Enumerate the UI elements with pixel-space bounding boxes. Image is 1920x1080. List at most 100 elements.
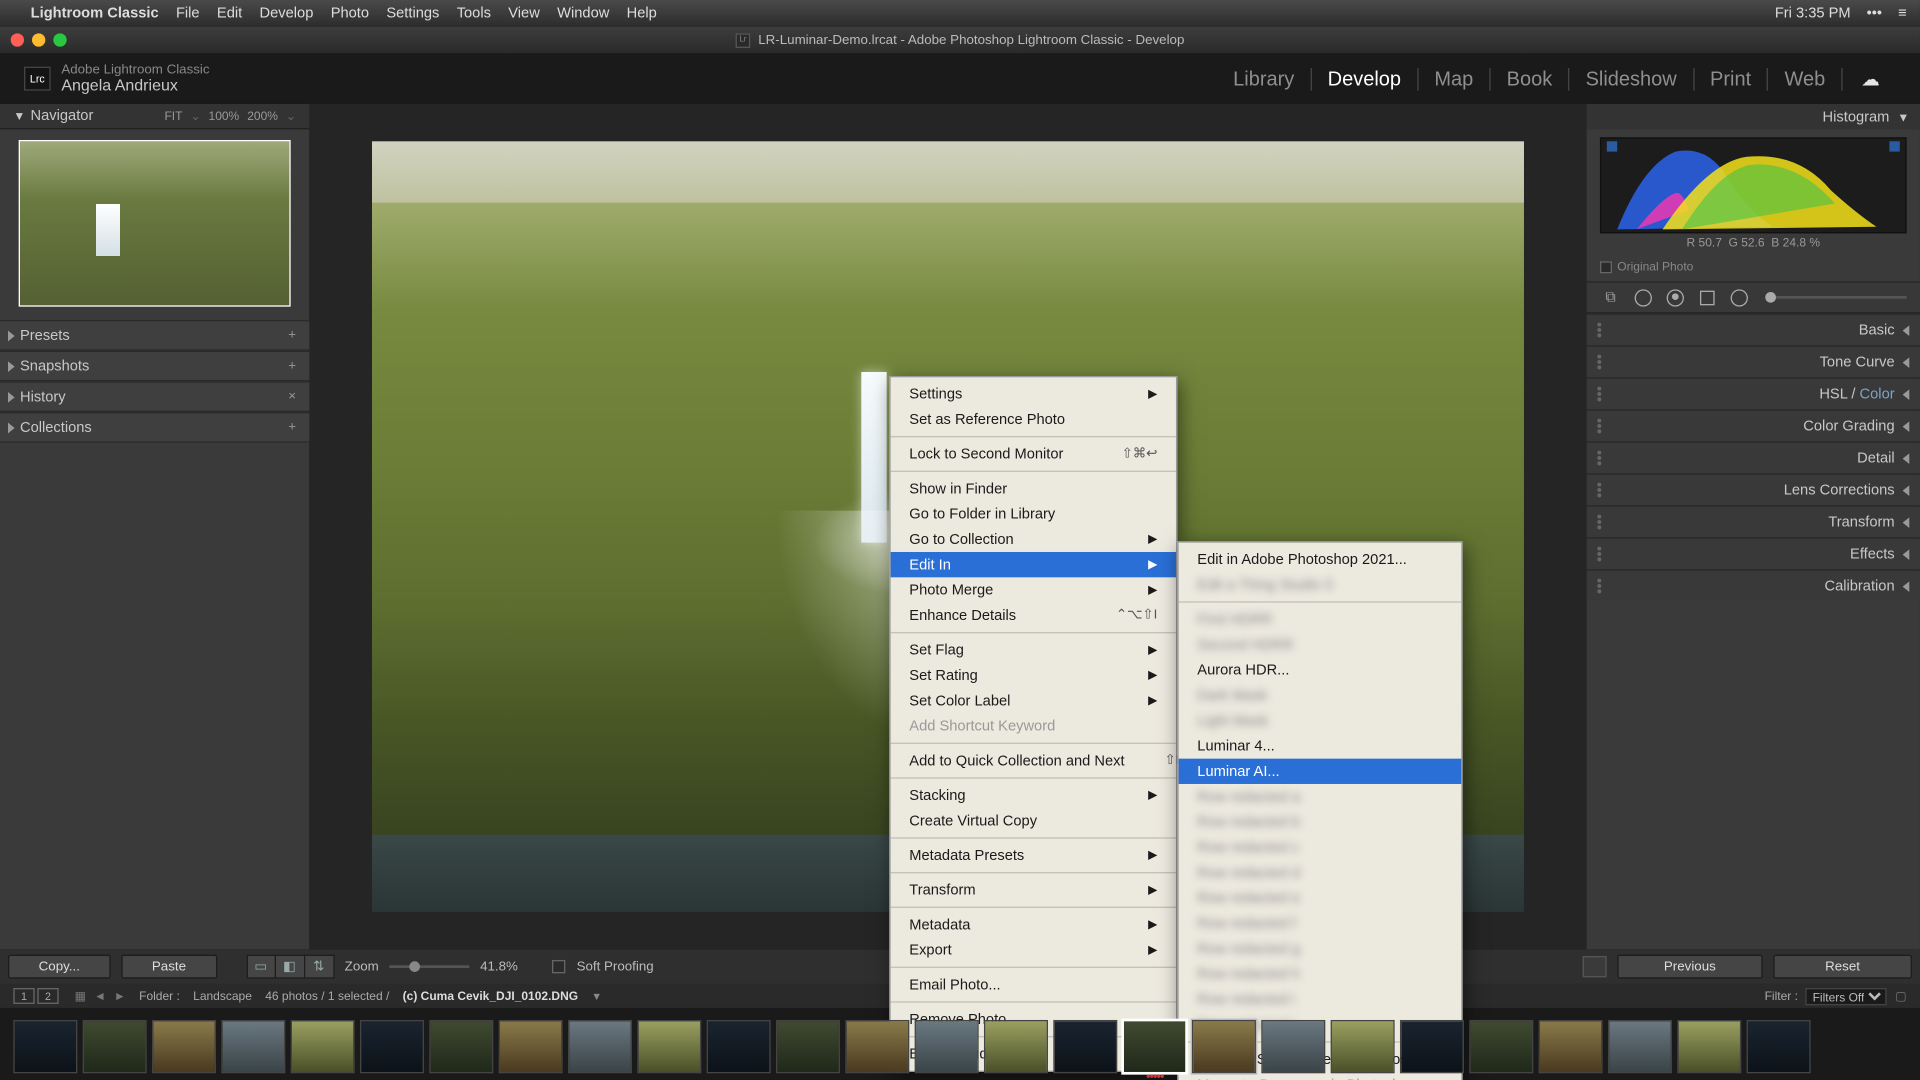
- left-section-history[interactable]: History×: [0, 381, 309, 412]
- filmstrip-thumb[interactable]: [360, 1019, 424, 1072]
- nav-forward-icon[interactable]: ►: [114, 989, 126, 1004]
- module-develop[interactable]: Develop: [1312, 67, 1419, 90]
- paste-button[interactable]: Paste: [121, 955, 216, 979]
- checkbox-icon[interactable]: [1600, 261, 1612, 273]
- filter-dropdown[interactable]: Filters Off: [1806, 987, 1887, 1004]
- filmstrip-thumb[interactable]: [845, 1019, 909, 1072]
- filmstrip-thumb[interactable]: [13, 1019, 77, 1072]
- menu-edit[interactable]: Edit: [217, 5, 242, 21]
- right-section-lens-corrections[interactable]: Lens Corrections: [1587, 473, 1920, 505]
- section-action-button[interactable]: +: [288, 359, 296, 374]
- crop-tool-icon[interactable]: ⧉: [1600, 287, 1621, 308]
- filmstrip[interactable]: ●●●●●: [0, 1008, 1920, 1080]
- left-section-snapshots[interactable]: Snapshots+: [0, 351, 309, 382]
- navigator-zoom-fit[interactable]: FIT: [164, 109, 182, 124]
- filmstrip-thumb[interactable]: [568, 1019, 632, 1072]
- previous-button[interactable]: Previous: [1617, 955, 1762, 979]
- filmstrip-thumb[interactable]: [1469, 1019, 1533, 1072]
- filmstrip-thumb[interactable]: [776, 1019, 840, 1072]
- filmstrip-thumb[interactable]: [152, 1019, 216, 1072]
- filmstrip-thumb[interactable]: [1192, 1019, 1256, 1072]
- filmstrip-thumb[interactable]: [429, 1019, 493, 1072]
- menubar-overflow-icon[interactable]: •••: [1867, 5, 1882, 21]
- copy-button[interactable]: Copy...: [8, 955, 111, 979]
- navigator-zoom-100[interactable]: 100%: [209, 109, 240, 124]
- editin-row-redacted-g[interactable]: Row redacted g: [1179, 936, 1462, 961]
- module-web[interactable]: Web: [1769, 67, 1843, 90]
- filmstrip-thumb[interactable]: [1608, 1019, 1672, 1072]
- ctx-photo-merge[interactable]: Photo Merge▶: [891, 577, 1176, 602]
- filmstrip-thumb[interactable]: [1400, 1019, 1464, 1072]
- ctx-set-as-reference-photo[interactable]: Set as Reference Photo: [891, 407, 1176, 432]
- editin-luminar-[interactable]: Luminar 4...: [1179, 733, 1462, 758]
- gradient-tool-icon[interactable]: [1696, 287, 1717, 308]
- develop-tool-strip[interactable]: ⧉: [1587, 281, 1920, 313]
- before-after-swap-icon[interactable]: ⇅: [305, 955, 334, 979]
- redeye-tool-icon[interactable]: [1664, 287, 1685, 308]
- menu-help[interactable]: Help: [627, 5, 657, 21]
- navigator-zoom-200[interactable]: 200%: [247, 109, 278, 124]
- filmstrip-thumb[interactable]: [984, 1019, 1048, 1072]
- editin-first-hdrr[interactable]: First HDRR: [1179, 607, 1462, 632]
- module-picker[interactable]: Library Develop Map Book Slideshow Print…: [1217, 67, 1896, 90]
- navigator-header[interactable]: ▼ Navigator FIT⌄ 100% 200%⌄: [0, 104, 309, 129]
- radial-tool-icon[interactable]: [1728, 287, 1749, 308]
- reset-button[interactable]: Reset: [1773, 955, 1912, 979]
- editin-aurora-hdr-[interactable]: Aurora HDR...: [1179, 657, 1462, 682]
- ctx-show-in-finder[interactable]: Show in Finder: [891, 476, 1176, 501]
- right-section-transform[interactable]: Transform: [1587, 505, 1920, 537]
- filmstrip-thumb[interactable]: [707, 1019, 771, 1072]
- filmstrip-thumb[interactable]: [1261, 1019, 1325, 1072]
- right-section-basic[interactable]: Basic: [1587, 313, 1920, 345]
- zoom-slider[interactable]: [389, 965, 469, 968]
- spot-tool-icon[interactable]: [1632, 287, 1653, 308]
- edit-in-submenu[interactable]: Edit in Adobe Photoshop 2021...Edit a Th…: [1177, 541, 1462, 1080]
- window-close-button[interactable]: [11, 33, 24, 46]
- before-after-icon[interactable]: ◧: [275, 955, 304, 979]
- editin-dark-mask[interactable]: Dark Mask: [1179, 683, 1462, 708]
- section-action-button[interactable]: ×: [288, 389, 296, 404]
- ctx-set-color-label[interactable]: Set Color Label▶: [891, 688, 1176, 713]
- secondary-display-buttons[interactable]: 12: [13, 988, 61, 1004]
- ctx-add-to-quick-collection-and-next[interactable]: Add to Quick Collection and Next⇧B: [891, 748, 1176, 773]
- module-slideshow[interactable]: Slideshow: [1570, 67, 1694, 90]
- editin-row-redacted-h[interactable]: Row redacted h: [1179, 961, 1462, 986]
- ctx-set-rating[interactable]: Set Rating▶: [891, 663, 1176, 688]
- ctx-lock-to-second-monitor[interactable]: Lock to Second Monitor⇧⌘↩: [891, 441, 1176, 466]
- menu-window[interactable]: Window: [557, 5, 609, 21]
- ctx-transform[interactable]: Transform▶: [891, 877, 1176, 902]
- editin-row-redacted-f[interactable]: Row redacted f: [1179, 911, 1462, 936]
- filmstrip-thumb[interactable]: [637, 1019, 701, 1072]
- filmstrip-thumb[interactable]: [1539, 1019, 1603, 1072]
- editin-light-mask[interactable]: Light Mask: [1179, 708, 1462, 733]
- left-section-collections[interactable]: Collections+: [0, 412, 309, 443]
- right-section-color-grading[interactable]: Color Grading: [1587, 409, 1920, 441]
- ctx-go-to-collection[interactable]: Go to Collection▶: [891, 527, 1176, 552]
- editin-row-redacted-c[interactable]: Row redacted c: [1179, 835, 1462, 860]
- right-section-calibration[interactable]: Calibration: [1587, 569, 1920, 601]
- ctx-enhance-details[interactable]: Enhance Details⌃⌥⇧I: [891, 603, 1176, 628]
- filmstrip-thumb[interactable]: [1331, 1019, 1395, 1072]
- menubar-list-icon[interactable]: ≡: [1898, 5, 1907, 21]
- filmstrip-thumb[interactable]: [1747, 1019, 1811, 1072]
- editin-row-redacted-i[interactable]: Row redacted i: [1179, 987, 1462, 1012]
- ctx-go-to-folder-in-library[interactable]: Go to Folder in Library: [891, 501, 1176, 526]
- filmstrip-thumb[interactable]: [499, 1019, 563, 1072]
- module-book[interactable]: Book: [1491, 67, 1570, 90]
- mask-slider[interactable]: [1765, 296, 1906, 299]
- ctx-stacking[interactable]: Stacking▶: [891, 783, 1176, 808]
- editin-edit-a-thing-studio-[interactable]: Edit a Thing Studio 5: [1179, 572, 1462, 597]
- right-section-tone-curve[interactable]: Tone Curve: [1587, 345, 1920, 377]
- section-action-button[interactable]: +: [288, 420, 296, 435]
- cloud-sync-icon[interactable]: ☁: [1843, 67, 1896, 90]
- soft-proofing-checkbox[interactable]: [553, 960, 566, 973]
- module-print[interactable]: Print: [1694, 67, 1768, 90]
- ctx-metadata-presets[interactable]: Metadata Presets▶: [891, 843, 1176, 868]
- ctx-email-photo-[interactable]: Email Photo...: [891, 972, 1176, 997]
- filter-lock-icon[interactable]: ▢: [1895, 989, 1906, 1004]
- filmstrip-thumb[interactable]: [1053, 1019, 1117, 1072]
- app-menu[interactable]: Lightroom Classic: [31, 5, 159, 21]
- original-photo-toggle[interactable]: Original Photo: [1587, 257, 1920, 281]
- filmstrip-thumb[interactable]: [915, 1019, 979, 1072]
- menu-settings[interactable]: Settings: [386, 5, 439, 21]
